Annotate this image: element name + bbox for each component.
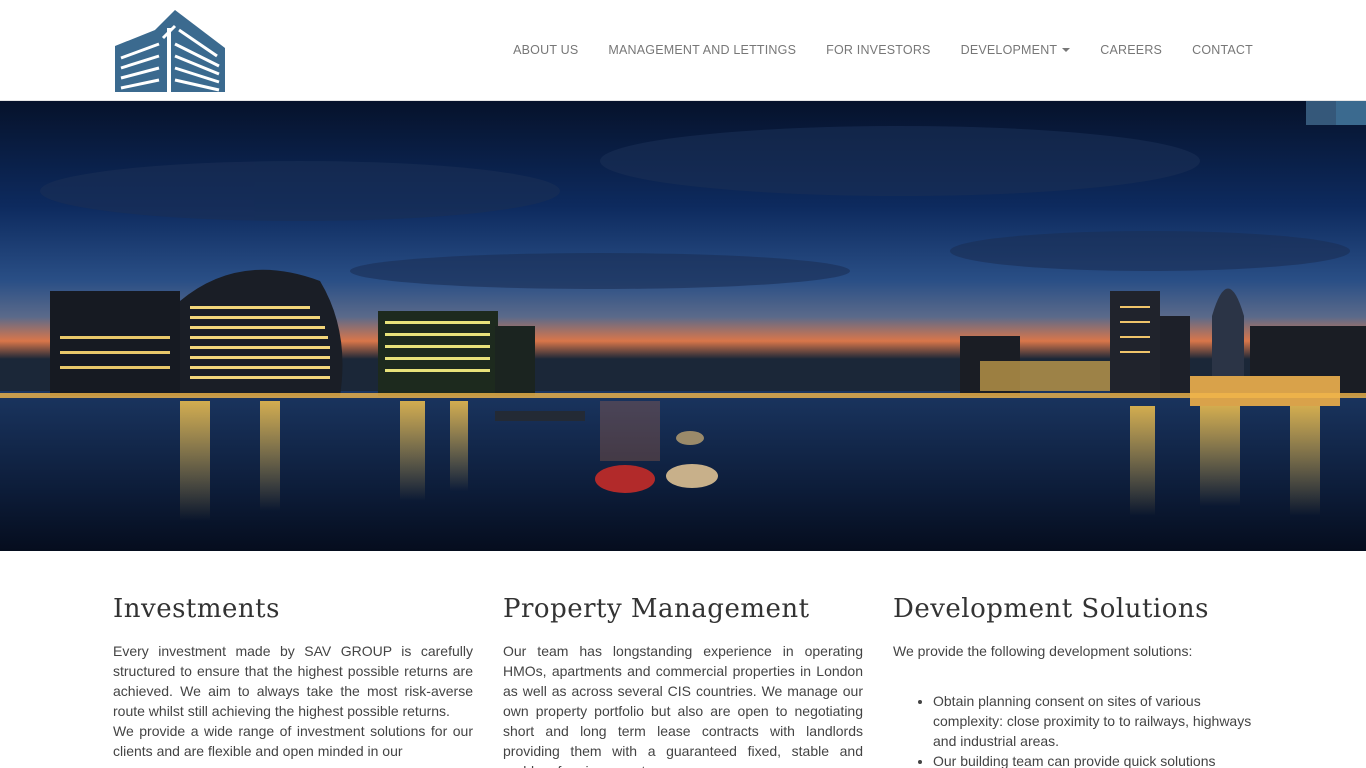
nav-contact[interactable]: CONTACT bbox=[1192, 40, 1253, 60]
nav-development-label: DEVELOPMENT bbox=[960, 43, 1058, 57]
development-title: Development Solutions bbox=[893, 594, 1209, 624]
features-section: Investments Every investment made by SAV… bbox=[0, 551, 1366, 768]
nav-for-investors-label: FOR INVESTORS bbox=[826, 43, 931, 57]
buildings-logo-icon bbox=[115, 10, 225, 92]
slider-next-button[interactable] bbox=[1336, 101, 1366, 125]
slider-prev-button[interactable] bbox=[1306, 101, 1336, 125]
development-column: Development Solutions We provide the fol… bbox=[893, 551, 1253, 768]
management-title: Property Management bbox=[503, 594, 810, 624]
hero-slider bbox=[0, 101, 1366, 551]
development-intro: We provide the following development sol… bbox=[893, 643, 1193, 659]
management-column: Property Management Our team has longsta… bbox=[503, 551, 863, 768]
investments-title: Investments bbox=[113, 594, 280, 624]
nav-contact-label: CONTACT bbox=[1192, 43, 1253, 57]
nav-about-us-label: ABOUT US bbox=[513, 43, 579, 57]
list-item: Obtain planning consent on sites of vari… bbox=[933, 691, 1253, 751]
list-item: Our building team can provide quick solu… bbox=[933, 751, 1253, 768]
company-logo[interactable] bbox=[113, 8, 226, 94]
nav-management-lettings-label: MANAGEMENT AND LETTINGS bbox=[608, 43, 797, 57]
nav-careers[interactable]: CAREERS bbox=[1100, 40, 1162, 60]
nav-development-dropdown[interactable]: DEVELOPMENT bbox=[961, 40, 1071, 60]
investments-paragraph-2: We provide a wide range of investment so… bbox=[113, 723, 473, 759]
main-nav: ABOUT US MANAGEMENT AND LETTINGS FOR INV… bbox=[483, 40, 1253, 60]
nav-careers-label: CAREERS bbox=[1100, 43, 1163, 57]
nav-about-us[interactable]: ABOUT US bbox=[513, 40, 578, 60]
development-list: Obtain planning consent on sites of vari… bbox=[893, 691, 1253, 768]
caret-down-icon bbox=[1062, 48, 1071, 52]
london-skyline-night-photo bbox=[0, 101, 1366, 551]
investments-paragraph-1: Every investment made by SAV GROUP is ca… bbox=[113, 643, 473, 719]
nav-for-investors[interactable]: FOR INVESTORS bbox=[826, 40, 930, 60]
nav-management-lettings[interactable]: MANAGEMENT AND LETTINGS bbox=[608, 40, 796, 60]
management-paragraph: Our team has longstanding experience in … bbox=[503, 643, 863, 768]
investments-column: Investments Every investment made by SAV… bbox=[113, 551, 473, 761]
navbar: ABOUT US MANAGEMENT AND LETTINGS FOR INV… bbox=[0, 0, 1366, 101]
